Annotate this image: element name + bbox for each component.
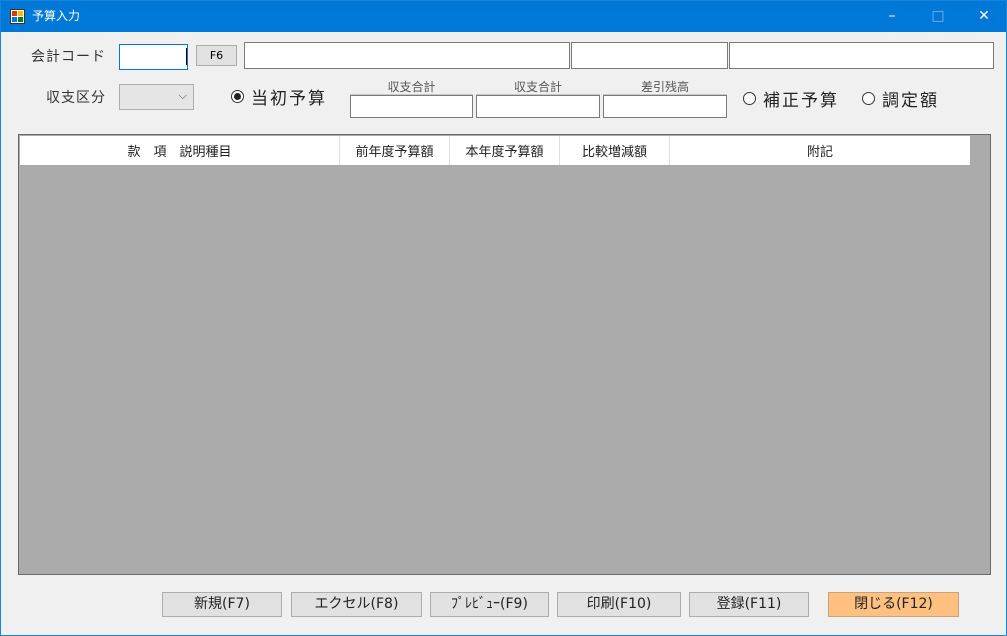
column-header-item[interactable]: 款 項 説明種目 xyxy=(20,136,340,165)
new-button[interactable]: 新規(F7) xyxy=(162,592,282,617)
radio-revised-budget[interactable]: 補正予算 xyxy=(743,86,839,111)
radio-initial-budget[interactable]: 当初予算 xyxy=(231,84,327,109)
balance-field[interactable] xyxy=(603,95,727,118)
category-label: 収支区分 xyxy=(46,90,106,106)
f6-lookup-button[interactable]: F6 xyxy=(196,45,237,66)
radio-unselected-icon xyxy=(743,92,756,105)
sum2-field[interactable] xyxy=(476,95,600,118)
register-button[interactable]: 登録(F11) xyxy=(689,592,809,617)
radio-unselected-icon xyxy=(862,92,875,105)
sum1-label: 収支合計 xyxy=(387,80,436,94)
balance-label: 差引残高 xyxy=(640,80,689,94)
print-button[interactable]: 印刷(F10) xyxy=(557,592,681,617)
radio-selected-icon xyxy=(231,90,244,103)
budget-grid[interactable]: 款 項 説明種目 前年度予算額 本年度予算額 比較増減額 附記 xyxy=(18,134,991,575)
account-info-field-2[interactable] xyxy=(729,42,994,69)
app-window: 予算入力 – □ ✕ 会計コード F6 収支区分 ⌵ 当初予算 収支合計 収支合… xyxy=(0,0,1007,636)
preview-button[interactable]: ﾌﾟﾚﾋﾞｭｰ(F9) xyxy=(430,592,549,617)
category-select[interactable]: ⌵ xyxy=(119,84,194,110)
chevron-down-icon: ⌵ xyxy=(178,89,187,102)
grid-header: 款 項 説明種目 前年度予算額 本年度予算額 比較増減額 附記 xyxy=(20,136,970,165)
sum2-label: 収支合計 xyxy=(513,80,562,94)
window-title: 予算入力 xyxy=(32,9,81,23)
form-body: 会計コード F6 収支区分 ⌵ 当初予算 収支合計 収支合計 差引残高 補正予算 xyxy=(1,32,1006,635)
column-header-notes[interactable]: 附記 xyxy=(670,136,970,165)
account-code-input[interactable] xyxy=(119,44,188,70)
app-icon xyxy=(10,9,25,24)
column-header-difference[interactable]: 比較増減額 xyxy=(560,136,670,165)
radio-adjustment[interactable]: 調定額 xyxy=(862,86,939,111)
account-info-field-1[interactable] xyxy=(571,42,728,69)
account-code-label: 会計コード xyxy=(31,49,106,65)
maximize-button[interactable]: □ xyxy=(915,1,961,32)
minimize-button[interactable]: – xyxy=(869,1,915,32)
account-name-field[interactable] xyxy=(244,42,570,69)
text-caret xyxy=(186,48,187,65)
excel-button[interactable]: エクセル(F8) xyxy=(291,592,422,617)
close-button[interactable]: 閉じる(F12) xyxy=(828,592,959,617)
sum1-field[interactable] xyxy=(350,95,473,118)
column-header-prev-year[interactable]: 前年度予算額 xyxy=(340,136,450,165)
title-bar[interactable]: 予算入力 – □ ✕ xyxy=(1,1,1006,32)
column-header-this-year[interactable]: 本年度予算額 xyxy=(450,136,560,165)
close-window-button[interactable]: ✕ xyxy=(961,1,1007,32)
